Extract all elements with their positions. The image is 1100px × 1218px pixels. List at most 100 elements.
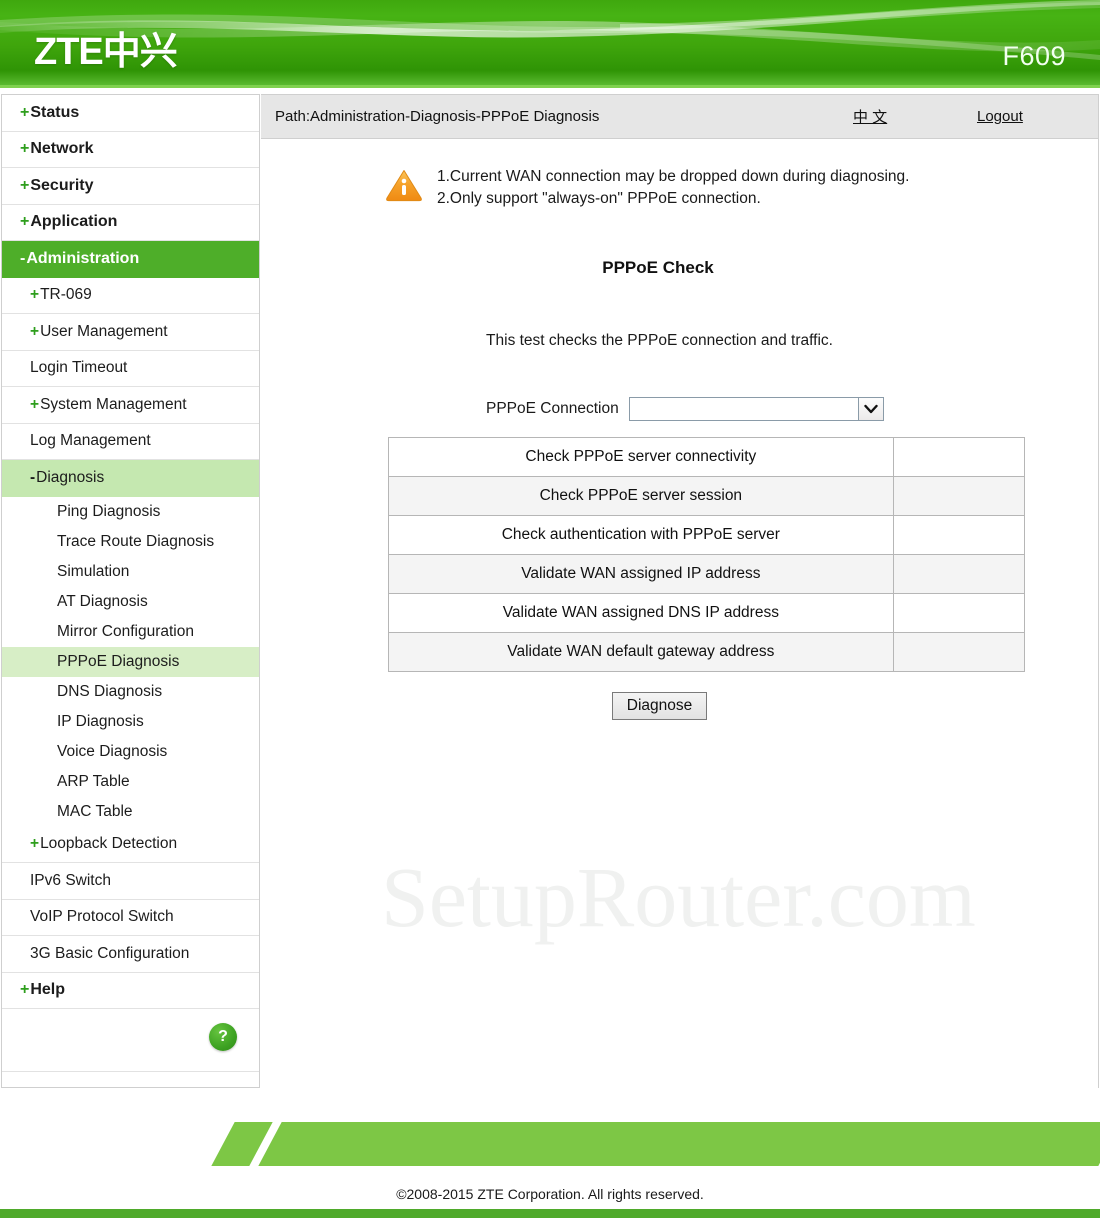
pppoe-connection-row: PPPoE Connection bbox=[261, 397, 1098, 421]
check-result-cell bbox=[892, 515, 1026, 555]
pppoe-diagnosis-panel: 1.Current WAN connection may be dropped … bbox=[261, 166, 1098, 720]
sidebar-item-ipv6-switch[interactable]: IPv6 Switch bbox=[2, 863, 259, 900]
check-result-cell bbox=[892, 554, 1026, 594]
sidebar-item-mac-table[interactable]: MAC Table bbox=[2, 796, 259, 827]
sidebar-item-log-management[interactable]: Log Management bbox=[2, 423, 259, 460]
sidebar-item-user-management[interactable]: + User Management bbox=[2, 314, 259, 351]
sidebar-item-label: ARP Table bbox=[57, 772, 130, 790]
diagnose-button-row: Diagnose bbox=[261, 692, 1058, 720]
expand-icon: + bbox=[20, 176, 30, 194]
sidebar-item-label: Network bbox=[30, 140, 94, 158]
sidebar-item-label: Simulation bbox=[57, 562, 130, 580]
sidebar-item-voice-diagnosis[interactable]: Voice Diagnosis bbox=[2, 736, 259, 767]
sidebar-item-label: System Management bbox=[40, 395, 187, 413]
sidebar-item-label: Diagnosis bbox=[36, 469, 105, 487]
sidebar-item-application[interactable]: + Application bbox=[2, 204, 259, 241]
sidebar-menu-list: + Status + Network + Security + Application - Adm… bbox=[2, 95, 259, 1009]
zte-logo: ZTE中兴 bbox=[34, 31, 178, 73]
logout-link[interactable]: Logout bbox=[977, 108, 1023, 125]
sidebar-item-pppoe-diagnosis[interactable]: PPPoE Diagnosis bbox=[2, 646, 259, 677]
page-banner: ZTE中兴 F609 bbox=[0, 0, 1100, 88]
sidebar-footer-area: ? bbox=[2, 1009, 259, 1072]
sidebar-item-administration[interactable]: - Administration bbox=[2, 241, 259, 278]
breadcrumb-bar: Path:Administration-Diagnosis-PPPoE Diag… bbox=[261, 95, 1098, 139]
diagnosis-results-table: Check PPPoE server connectivity Check PPP… bbox=[388, 437, 1026, 672]
sidebar-item-security[interactable]: + Security bbox=[2, 168, 259, 205]
pppoe-connection-label: PPPoE Connection bbox=[486, 400, 619, 417]
sidebar-item-label: IP Diagnosis bbox=[57, 712, 144, 730]
notice-text: 1.Current WAN connection may be dropped … bbox=[437, 166, 909, 210]
sidebar-item-arp-table[interactable]: ARP Table bbox=[2, 766, 259, 797]
check-name-cell: Validate WAN default gateway address bbox=[388, 632, 894, 672]
sidebar-item-help[interactable]: + Help bbox=[2, 972, 259, 1009]
sidebar-item-label: Help bbox=[30, 981, 66, 999]
notice-line-1: 1.Current WAN connection may be dropped … bbox=[437, 168, 910, 185]
sidebar-item-label: 3G Basic Configuration bbox=[30, 944, 190, 962]
sidebar-item-tr-069[interactable]: + TR-069 bbox=[2, 277, 259, 314]
diagnose-button[interactable]: Diagnose bbox=[611, 692, 708, 720]
main-content: Path:Administration-Diagnosis-PPPoE Diag… bbox=[261, 94, 1099, 1088]
sidebar-item-at-diagnosis[interactable]: AT Diagnosis bbox=[2, 586, 259, 617]
sidebar-item-label: Trace Route Diagnosis bbox=[57, 532, 215, 550]
sidebar-item-loopback-detection[interactable]: + Loopback Detection bbox=[2, 826, 259, 863]
sidebar-item-label: Login Timeout bbox=[30, 359, 128, 377]
pppoe-connection-value bbox=[630, 398, 858, 420]
sidebar-item-trace-route-diagnosis[interactable]: Trace Route Diagnosis bbox=[2, 526, 259, 557]
warning-triangle-icon bbox=[385, 166, 425, 210]
banner-bottom-edge bbox=[0, 85, 1100, 88]
sidebar-item-system-management[interactable]: + System Management bbox=[2, 387, 259, 424]
language-switch-link[interactable]: 中 文 bbox=[853, 106, 887, 127]
sidebar-item-status[interactable]: + Status bbox=[2, 95, 259, 132]
check-result-cell bbox=[892, 437, 1026, 477]
check-name-cell: Check PPPoE server connectivity bbox=[388, 437, 894, 477]
sidebar-item-dns-diagnosis[interactable]: DNS Diagnosis bbox=[2, 676, 259, 707]
check-name-cell: Validate WAN assigned IP address bbox=[388, 554, 894, 594]
check-result-cell bbox=[892, 632, 1026, 672]
table-row: Check authentication with PPPoE server bbox=[388, 515, 1026, 555]
notice-block: 1.Current WAN connection may be dropped … bbox=[385, 166, 1005, 210]
sidebar-item-3g-basic-configuration[interactable]: 3G Basic Configuration bbox=[2, 936, 259, 973]
table-row: Validate WAN assigned IP address bbox=[388, 554, 1026, 594]
sidebar-item-label: Loopback Detection bbox=[40, 835, 178, 853]
expand-icon: + bbox=[20, 213, 30, 231]
sidebar-item-network[interactable]: + Network bbox=[2, 131, 259, 168]
sidebar-item-label: PPPoE Diagnosis bbox=[57, 652, 180, 670]
collapse-icon: - bbox=[30, 469, 36, 487]
sidebar-item-label: AT Diagnosis bbox=[57, 592, 148, 610]
page-footer: ©2008-2015 ZTE Corporation. All rights r… bbox=[0, 1088, 1100, 1218]
notice-line-2: 2.Only support "always-on" PPPoE connect… bbox=[437, 190, 761, 207]
footer-bar-shape bbox=[258, 1122, 1100, 1166]
sidebar-item-label: MAC Table bbox=[57, 802, 133, 820]
collapse-icon: - bbox=[20, 249, 26, 267]
check-name-cell: Check authentication with PPPoE server bbox=[388, 515, 894, 555]
sidebar-item-mirror-configuration[interactable]: Mirror Configuration bbox=[2, 616, 259, 647]
pppoe-connection-select[interactable] bbox=[628, 397, 884, 421]
sidebar-item-label: Security bbox=[30, 176, 94, 194]
expand-icon: + bbox=[20, 103, 30, 121]
expand-icon: + bbox=[20, 981, 30, 999]
diagnosis-results-body: Check PPPoE server connectivity Check PPP… bbox=[388, 437, 1026, 672]
check-name-cell: Validate WAN assigned DNS IP address bbox=[388, 593, 894, 633]
sidebar-item-label: IPv6 Switch bbox=[30, 871, 111, 889]
sidebar-item-simulation[interactable]: Simulation bbox=[2, 556, 259, 587]
sidebar-item-label: Status bbox=[30, 103, 80, 121]
sidebar-item-label: Mirror Configuration bbox=[57, 622, 194, 640]
sidebar-item-label: Ping Diagnosis bbox=[57, 502, 161, 520]
sidebar-item-diagnosis[interactable]: - Diagnosis bbox=[2, 460, 259, 497]
sidebar-item-ping-diagnosis[interactable]: Ping Diagnosis bbox=[2, 496, 259, 527]
table-row: Check PPPoE server session bbox=[388, 476, 1026, 516]
expand-icon: + bbox=[30, 322, 40, 340]
sidebar-item-login-timeout[interactable]: Login Timeout bbox=[2, 350, 259, 387]
page-description: This test checks the PPPoE connection an… bbox=[486, 332, 833, 349]
table-row: Validate WAN default gateway address bbox=[388, 632, 1026, 672]
chevron-down-icon[interactable] bbox=[857, 398, 883, 420]
table-row: Validate WAN assigned DNS IP address bbox=[388, 593, 1026, 633]
sidebar-item-label: DNS Diagnosis bbox=[57, 682, 163, 700]
help-icon[interactable]: ? bbox=[209, 1023, 237, 1051]
sidebar-item-ip-diagnosis[interactable]: IP Diagnosis bbox=[2, 706, 259, 737]
sidebar-item-label: User Management bbox=[40, 322, 168, 340]
breadcrumb: Path:Administration-Diagnosis-PPPoE Diag… bbox=[275, 108, 600, 125]
sidebar-item-voip-protocol-switch[interactable]: VoIP Protocol Switch bbox=[2, 899, 259, 936]
sidebar-item-label: Administration bbox=[26, 249, 140, 267]
check-result-cell bbox=[892, 476, 1026, 516]
